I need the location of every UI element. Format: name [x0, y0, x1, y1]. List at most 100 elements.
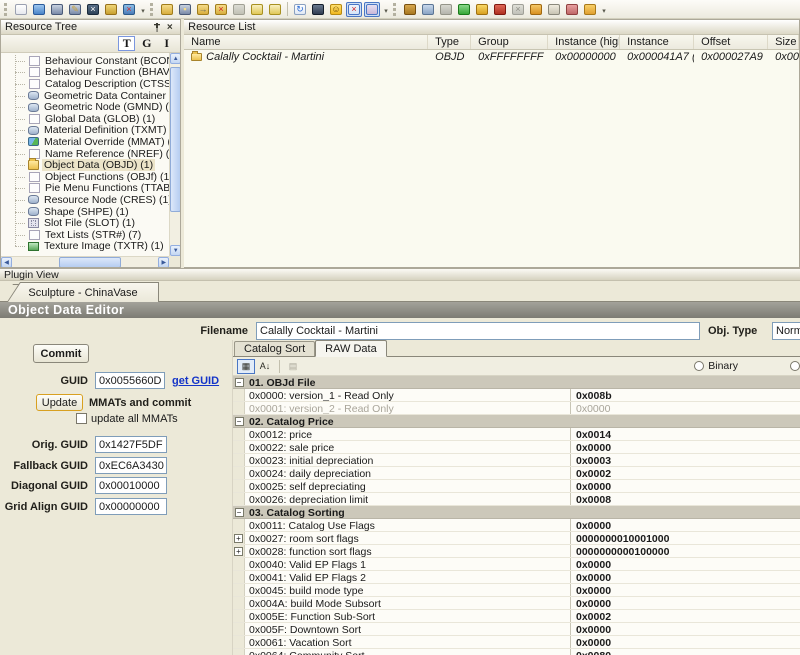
property-value[interactable]: 0x0000 — [571, 597, 800, 609]
grid-row[interactable]: 0x0045: build mode type0x0000 — [233, 584, 800, 597]
smiley-icon[interactable]: ☺ — [328, 2, 344, 17]
property-value[interactable]: 0x008b — [571, 389, 800, 401]
expand-icon[interactable]: + — [234, 547, 243, 556]
column-header[interactable]: Name — [184, 35, 428, 49]
property-value[interactable]: 0x0000 — [571, 636, 800, 648]
close-package-icon[interactable]: × — [85, 2, 101, 17]
grid-row[interactable]: 0x005E: Function Sub-Sort0x0002 — [233, 610, 800, 623]
property-value[interactable]: 0x0000 — [571, 480, 800, 492]
tree-item[interactable]: Shape (SHPE) (1) — [1, 206, 169, 218]
save-package-icon[interactable] — [49, 2, 65, 17]
grid-row[interactable]: 0x0023: initial depreciation0x0003 — [233, 454, 800, 467]
grid-row[interactable]: 0x0011: Catalog Use Flags0x0000 — [233, 519, 800, 532]
guid-field-input[interactable]: 0x1427F5DF — [95, 436, 167, 453]
tree-item[interactable]: Global Data (GLOB) (1) — [1, 113, 169, 125]
sim-icon[interactable] — [582, 2, 598, 17]
grid-row[interactable]: 0x005F: Downtown Sort0x0000 — [233, 623, 800, 636]
column-header[interactable]: Size — [768, 35, 799, 49]
vehicle-icon[interactable] — [438, 2, 454, 17]
tree-item[interactable]: Slot File (SLOT) (1) — [1, 217, 169, 229]
tree-item[interactable]: Object Functions (OBJf) (1) — [1, 171, 169, 183]
radio-option-2[interactable] — [790, 361, 800, 371]
grid-row[interactable]: 0x0025: self depreciating0x0000 — [233, 480, 800, 493]
refresh-icon[interactable]: ↻ — [292, 2, 308, 17]
property-value[interactable]: 0x0002 — [571, 467, 800, 479]
property-value[interactable]: 0x0000 — [571, 584, 800, 596]
toolbar-overflow-icon[interactable]: ▾ — [599, 2, 609, 17]
tab-raw-data[interactable]: RAW Data — [315, 340, 387, 357]
column-header[interactable]: Instance (high) — [548, 35, 620, 49]
tree-item[interactable]: Material Definition (TXMT) (1) — [1, 125, 169, 137]
tree-item[interactable]: Catalog Description (CTSS) (1) — [1, 78, 169, 90]
toolbox-icon[interactable] — [402, 2, 418, 17]
grid-row[interactable]: 0x0026: depreciation limit0x0008 — [233, 493, 800, 506]
collapse-icon[interactable]: − — [235, 508, 244, 517]
open-package-icon[interactable] — [31, 2, 47, 17]
tab-catalog-sort[interactable]: Catalog Sort — [234, 341, 315, 357]
tree-item[interactable]: Material Override (MMAT) (1) — [1, 136, 169, 148]
guid-field-input[interactable]: 0xEC6A3430 — [95, 457, 167, 474]
column-header[interactable]: Offset — [694, 35, 768, 49]
property-value[interactable]: 0x0014 — [571, 428, 800, 440]
collapse-icon[interactable]: − — [235, 417, 244, 426]
property-value[interactable]: 0x0000 — [571, 558, 800, 570]
tree-item[interactable]: Geometric Node (GMND) (1) — [1, 101, 169, 113]
property-value[interactable]: 0x0000 — [571, 441, 800, 453]
tree-horizontal-scrollbar[interactable]: ◀ ▶ — [1, 256, 169, 267]
pin-icon[interactable] — [150, 21, 163, 33]
delete-resource-icon[interactable]: × — [213, 2, 229, 17]
filter-instance-button[interactable]: I — [158, 36, 175, 51]
resource-content-icon[interactable] — [249, 2, 265, 17]
resource-details-icon[interactable] — [267, 2, 283, 17]
tree-item[interactable]: Geometric Data Container (GMDC) (1 — [1, 90, 169, 102]
web-update-icon[interactable]: × — [121, 2, 137, 17]
new-package-icon[interactable] — [13, 2, 29, 17]
collapse-icon[interactable]: − — [235, 378, 244, 387]
grid-row[interactable]: +0x0028: function sort flags000000000010… — [233, 545, 800, 558]
get-guid-link[interactable]: get GUID — [172, 375, 219, 387]
grid-row[interactable]: 0x0064: Community Sort0x0080 — [233, 649, 800, 655]
grid-row[interactable]: 0x0022: sale price0x0000 — [233, 441, 800, 454]
tools-disabled-icon[interactable]: × — [510, 2, 526, 17]
tree-item[interactable]: Behaviour Constant (BCON) (3) — [1, 55, 169, 67]
property-value[interactable]: 0x0000 — [571, 571, 800, 583]
tree-vscroll-thumb[interactable] — [170, 67, 180, 212]
property-value[interactable]: 0x0000 — [571, 623, 800, 635]
recycle-icon[interactable] — [456, 2, 472, 17]
grid-row[interactable]: 0x0001: version_2 - Read Only0x0000 — [233, 402, 800, 415]
scroll-right-icon[interactable]: ▶ — [158, 257, 169, 267]
toolbar-grip[interactable] — [150, 3, 155, 16]
tree-item[interactable]: Name Reference (NREF) (1) — [1, 148, 169, 160]
tree-item[interactable]: Resource Node (CRES) (1) — [1, 194, 169, 206]
grid-row[interactable]: 0x0041: Valid EP Flags 20x0000 — [233, 571, 800, 584]
column-header[interactable]: Instance — [620, 35, 694, 49]
eraser-icon[interactable] — [364, 2, 380, 17]
column-header[interactable]: Type — [428, 35, 471, 49]
tree-item[interactable]: Behaviour Function (BHAV) (2) — [1, 67, 169, 79]
package-browser-icon[interactable] — [103, 2, 119, 17]
grid-row[interactable]: 0x0040: Valid EP Flags 10x0000 — [233, 558, 800, 571]
property-value[interactable]: 0x0000 — [571, 519, 800, 531]
resource-list-row[interactable]: Calally Cocktail - MartiniOBJD0xFFFFFFFF… — [184, 50, 799, 64]
property-value[interactable]: 0000000010001000 — [571, 532, 800, 544]
property-value[interactable]: 0x0008 — [571, 493, 800, 505]
grid-row[interactable]: 0x0000: version_1 - Read Only0x008b — [233, 389, 800, 402]
hide-wizards-icon[interactable]: × — [346, 2, 362, 17]
property-value[interactable]: 0x0002 — [571, 610, 800, 622]
grid-row[interactable]: 0x0024: daily depreciation0x0002 — [233, 467, 800, 480]
tree-vertical-scrollbar[interactable]: ▲ ▼ — [169, 53, 180, 256]
tree-hscroll-thumb[interactable] — [59, 257, 121, 267]
grid-row[interactable]: 0x004A: build Mode Subsort0x0000 — [233, 597, 800, 610]
guid-input[interactable]: 0x0055660D — [95, 372, 165, 389]
cartridge-icon[interactable] — [492, 2, 508, 17]
tree-item[interactable]: Object Data (OBJD) (1) — [1, 159, 169, 171]
save-resource-icon[interactable]: ▪ — [177, 2, 193, 17]
grid-row[interactable]: 0x0012: price0x0014 — [233, 428, 800, 441]
scroll-up-icon[interactable]: ▲ — [170, 53, 180, 64]
open-resource-icon[interactable] — [159, 2, 175, 17]
obj-type-select[interactable]: Normal — [772, 322, 800, 340]
toolbar-grip[interactable] — [393, 3, 398, 16]
grid-category-row[interactable]: −02. Catalog Price — [233, 415, 800, 428]
scroll-down-icon[interactable]: ▼ — [170, 245, 180, 256]
guid-field-input[interactable]: 0x00000000 — [95, 498, 167, 515]
